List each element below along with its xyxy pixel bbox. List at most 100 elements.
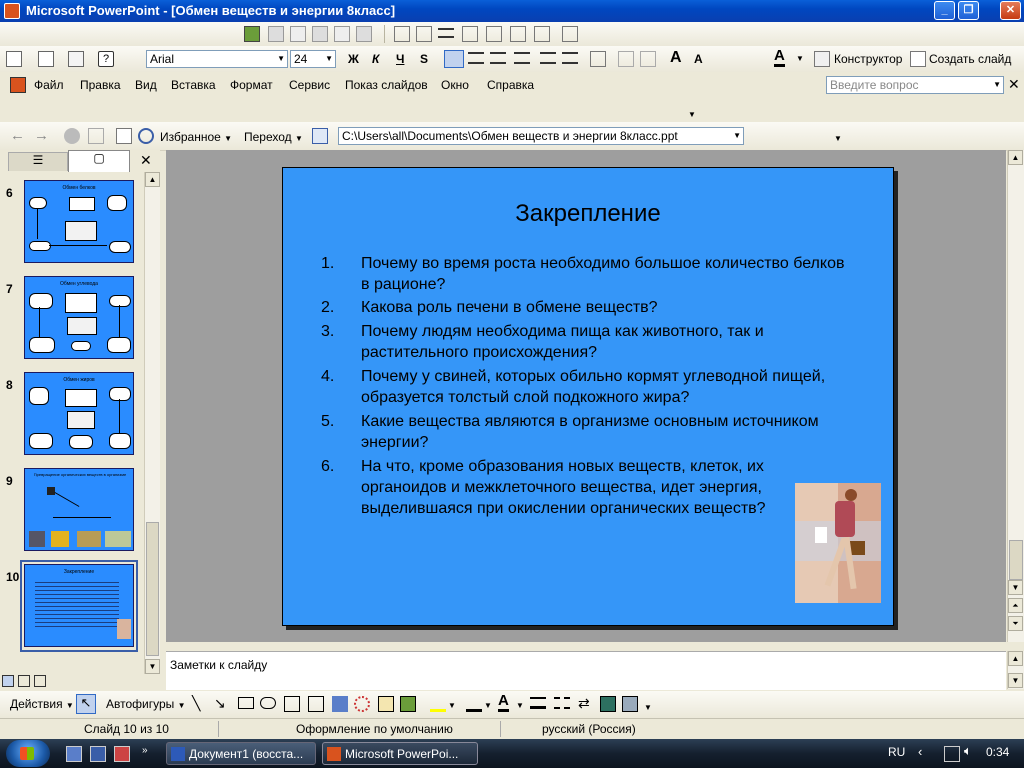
reset-picture-icon[interactable] <box>562 26 578 42</box>
line-color-icon[interactable] <box>466 696 482 712</box>
normal-view-icon[interactable] <box>2 675 14 687</box>
line-spacing-icon[interactable] <box>514 52 530 64</box>
go-menu[interactable]: Переход ▼ <box>244 130 303 144</box>
powerpoint-app-icon[interactable] <box>4 3 20 19</box>
more-brightness-icon[interactable] <box>334 26 350 42</box>
notes-pane[interactable]: Заметки к слайду <box>166 651 1006 690</box>
menu-format[interactable]: Формат <box>230 78 273 92</box>
bold-button[interactable]: Ж <box>348 52 359 66</box>
font-size-select[interactable]: 24 ▼ <box>290 50 336 68</box>
slide-thumbnail-10[interactable]: Закрепление <box>24 564 134 647</box>
search-web-icon[interactable] <box>138 128 154 144</box>
minimize-button[interactable]: _ <box>934 1 955 20</box>
shadow-button[interactable]: S <box>420 52 428 66</box>
autoshapes-menu[interactable]: Автофигуры ▼ <box>106 697 186 711</box>
slideshow-icon[interactable] <box>34 675 46 687</box>
numbering-icon[interactable] <box>540 52 556 64</box>
menu-slideshow[interactable]: Показ слайдов <box>345 78 428 92</box>
slide-thumbnail-8[interactable]: Обмен жиров <box>24 372 134 455</box>
document-icon[interactable] <box>10 77 26 93</box>
menu-insert[interactable]: Вставка <box>171 78 216 92</box>
more-contrast-icon[interactable] <box>290 26 306 42</box>
question-text[interactable]: Почему во время роста необходимо большое… <box>361 253 851 295</box>
crop-icon[interactable] <box>394 26 410 42</box>
increase-font-icon[interactable]: A <box>670 49 682 67</box>
slide-thumbnail-7[interactable]: Обмен углевода <box>24 276 134 359</box>
tab-slides[interactable]: ▢ <box>68 150 130 173</box>
clipart-tool-icon[interactable] <box>378 696 394 712</box>
outdent-icon[interactable] <box>590 51 606 67</box>
restore-button[interactable]: ❐ <box>958 1 979 20</box>
font-color-icon[interactable]: A <box>498 693 509 712</box>
scroll-up-icon[interactable]: ▲ <box>145 172 160 187</box>
italic-button[interactable]: К <box>372 52 379 66</box>
question-text[interactable]: На что, кроме образования новых веществ,… <box>361 456 791 519</box>
question-text[interactable]: Почему у свиней, которых обильно кормят … <box>361 366 851 408</box>
dash-style-icon[interactable] <box>554 697 570 709</box>
start-button[interactable] <box>6 740 50 767</box>
scroll-up-icon[interactable]: ▲ <box>1008 651 1023 666</box>
fill-color-icon[interactable] <box>430 696 446 712</box>
line-style-icon[interactable] <box>438 28 454 38</box>
home-icon[interactable] <box>116 128 132 144</box>
paragraph-icon[interactable] <box>640 51 656 67</box>
rotate-icon[interactable] <box>416 26 432 42</box>
insert-picture-icon[interactable] <box>400 696 416 712</box>
taskbar-item-powerpoint[interactable]: Microsoft PowerPoi... <box>322 742 478 765</box>
stop-icon[interactable] <box>64 128 80 144</box>
switch-windows-icon[interactable] <box>90 746 106 762</box>
businesswoman-clipart[interactable] <box>795 483 881 603</box>
menu-file[interactable]: Файл <box>34 78 64 92</box>
align-left-icon[interactable] <box>444 50 464 68</box>
less-contrast-icon[interactable] <box>312 26 328 42</box>
chevron-down-icon[interactable]: ▼ <box>796 54 804 63</box>
scroll-thumb[interactable] <box>146 522 159 656</box>
chevron-down-icon[interactable]: ▼ <box>448 701 456 710</box>
align-center-icon[interactable] <box>468 52 484 64</box>
previous-slide-icon[interactable]: ⏶ <box>1008 598 1023 613</box>
transparent-color-icon[interactable] <box>534 26 550 42</box>
question-text[interactable]: Почему людям необходима пища как животно… <box>361 321 851 363</box>
slide-title[interactable]: Закрепление <box>283 200 893 228</box>
line-style-icon[interactable] <box>530 697 546 709</box>
close-panel-icon[interactable]: ✕ <box>140 152 152 169</box>
menu-view[interactable]: Вид <box>135 78 157 92</box>
oval-tool-icon[interactable] <box>260 697 276 709</box>
bullets-icon[interactable] <box>562 52 578 64</box>
chevron-down-icon[interactable]: ▼ <box>834 134 842 143</box>
spelling-icon[interactable] <box>38 51 54 67</box>
address-field[interactable]: C:\Users\all\Documents\Обмен веществ и э… <box>338 127 744 145</box>
favorites-menu[interactable]: Избранное ▼ <box>160 130 232 144</box>
select-pointer-icon[interactable]: ↖ <box>76 694 96 714</box>
shadow-style-icon[interactable] <box>600 696 616 712</box>
diagram-tool-icon[interactable] <box>354 696 370 712</box>
underline-button[interactable]: Ч <box>396 52 404 66</box>
arrow-tool-icon[interactable]: ↘ <box>214 695 226 712</box>
3d-style-icon[interactable] <box>622 696 638 712</box>
notes-scrollbar[interactable]: ▲ ▼ <box>1007 651 1024 689</box>
align-right-icon[interactable] <box>490 52 506 64</box>
quicklaunch-ppt-icon[interactable] <box>114 746 130 762</box>
decrease-font-icon[interactable]: A <box>694 52 703 66</box>
slide-scrollbar[interactable]: ▲ ▼ ⏶ ⏷ <box>1007 150 1024 642</box>
network-icon[interactable] <box>944 746 960 762</box>
chevron-down-icon[interactable]: ▼ <box>516 701 524 710</box>
line-tool-icon[interactable]: ╲ <box>192 695 200 712</box>
help-search-input[interactable]: Введите вопрос ▼ <box>826 76 1004 94</box>
rectangle-tool-icon[interactable] <box>238 697 254 709</box>
wordart-icon[interactable] <box>332 696 348 712</box>
close-doc-icon[interactable]: ✕ <box>1008 76 1020 93</box>
arrow-style-icon[interactable]: ⇄ <box>578 695 590 712</box>
slide-sorter-icon[interactable] <box>18 675 30 687</box>
question-text[interactable]: Какие вещества являются в организме осно… <box>361 411 851 453</box>
recolor-icon[interactable] <box>486 26 502 42</box>
slides-scrollbar[interactable]: ▲ ▼ <box>144 172 160 674</box>
forward-icon[interactable]: → <box>34 127 49 144</box>
copy-icon[interactable] <box>68 51 84 67</box>
clock[interactable]: 0:34 <box>986 745 1009 759</box>
scroll-down-icon[interactable]: ▼ <box>1008 580 1023 595</box>
vertical-textbox-icon[interactable] <box>308 696 324 712</box>
back-icon[interactable]: ← <box>10 127 25 144</box>
actions-menu[interactable]: Действия ▼ <box>10 697 74 711</box>
menu-window[interactable]: Окно <box>441 78 469 92</box>
